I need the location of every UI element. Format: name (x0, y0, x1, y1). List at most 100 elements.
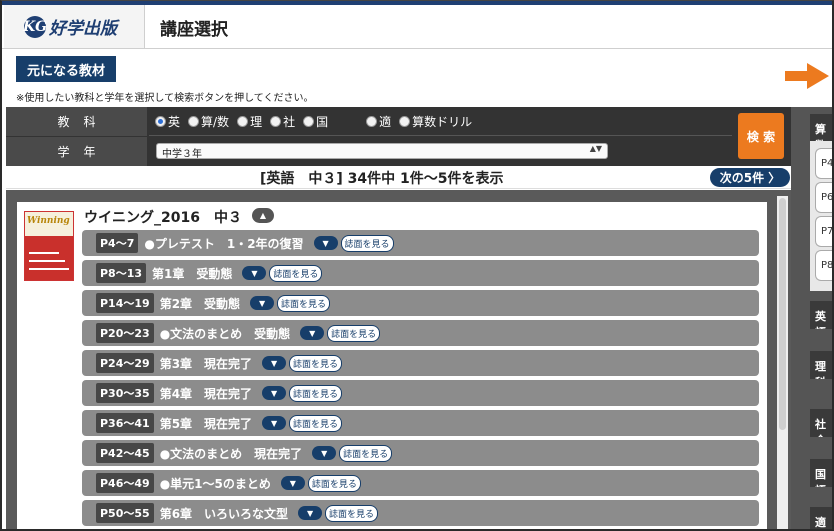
view-pages-button[interactable]: 誌面を見る (277, 294, 331, 312)
chapter-row: P24〜29 第3章 現在完了 ▼ 誌面を見る (82, 350, 759, 376)
expand-triangle-down-icon[interactable]: ▼ (262, 356, 287, 370)
page-range: P30〜35 (96, 383, 154, 403)
chapter-title: 第1章 受動態 (152, 266, 233, 281)
page-range: P46〜49 (96, 473, 154, 493)
view-pages-button[interactable]: 誌面を見る (307, 474, 361, 492)
radio-icon (270, 116, 282, 127)
subject-radio-science[interactable]: 理 (237, 113, 262, 130)
radio-label: 理 (250, 115, 263, 129)
radio-label: 国 (316, 115, 329, 129)
cover-stripe (29, 260, 65, 262)
cover-brand: Winning (27, 216, 70, 226)
side-list-item[interactable]: P8 (815, 250, 832, 281)
view-pages-button[interactable]: 誌面を見る (289, 354, 343, 372)
result-summary: [英語 中３] 34件中 1件〜5件を表示 (260, 171, 504, 187)
chapter-list: P4〜7 ●プレテスト 1・2年の復習 ▼ 誌面を見る P8〜13 第1章 受動… (82, 230, 759, 529)
expand-triangle-down-icon[interactable]: ▼ (312, 446, 337, 460)
subject-radio-social[interactable]: 社 (270, 113, 295, 130)
expand-triangle-down-icon[interactable]: ▼ (262, 416, 287, 430)
expand-triangle-down-icon[interactable]: ▼ (298, 506, 323, 520)
chapter-title: ●文法のまとめ 受動態 (159, 326, 291, 341)
expand-triangle-down-icon[interactable]: ▼ (242, 266, 267, 280)
logo-text: 好学出版 (49, 19, 117, 39)
chapter-row: P20〜23 ●文法のまとめ 受動態 ▼ 誌面を見る (82, 320, 759, 346)
chapter-title: ●単元1〜5のまとめ (159, 476, 271, 491)
form-divider (149, 135, 732, 136)
subject-radio-math-drill[interactable]: 算数ドリル (399, 113, 472, 130)
side-tab-english[interactable]: 英語 (810, 301, 832, 329)
arrow-right-icon[interactable] (785, 61, 831, 91)
view-pages-button[interactable]: 誌面を見る (327, 324, 381, 342)
cover-body (25, 236, 73, 280)
view-pages-button[interactable]: 誌面を見る (269, 264, 323, 282)
chapter-row: P14〜19 第2章 受動態 ▼ 誌面を見る (82, 290, 759, 316)
chapter-title: 第6章 いろいろな文型 (159, 506, 289, 521)
cover-stripe (29, 268, 69, 270)
logo[interactable]: KG 好学出版 (4, 5, 145, 48)
page-range: P50〜55 (96, 503, 154, 523)
expand-triangle-down-icon[interactable]: ▼ (313, 236, 338, 250)
side-list-item[interactable]: P6 (815, 182, 832, 213)
chapter-title: ●文法のまとめ 現在完了 (159, 446, 303, 461)
subject-radio-group: 英 算/数 理 社 国 適 算数ドリル (155, 113, 480, 130)
view-pages-button[interactable]: 誌面を見る (339, 444, 393, 462)
subject-radio-english[interactable]: 英 (155, 113, 180, 130)
expand-triangle-down-icon[interactable]: ▼ (250, 296, 275, 310)
chapter-row: P46〜49 ●単元1〜5のまとめ ▼ 誌面を見る (82, 470, 759, 496)
side-list-item[interactable]: P7 (815, 216, 832, 247)
radio-label: 算/数 (201, 115, 230, 129)
side-tab-science[interactable]: 理科 (810, 351, 832, 379)
side-tab-aptitude[interactable]: 適性 (810, 507, 832, 529)
side-tab-math[interactable]: 算数 (810, 114, 832, 142)
collapse-triangle-up-icon[interactable]: ▲ (252, 208, 274, 223)
radio-icon (366, 116, 378, 127)
next-page-button[interactable]: 次の5件 〉 (710, 168, 790, 187)
page-title: 講座選択 (160, 20, 228, 40)
subject-radio-aptitude[interactable]: 適 (366, 113, 391, 130)
grade-select[interactable]: 中学３年 ▲▼ (156, 143, 608, 160)
chapter-row: P8〜13 第1章 受動態 ▼ 誌面を見る (82, 260, 759, 286)
select-updown-icon: ▲▼ (589, 144, 602, 153)
grade-label: 学年 (6, 137, 147, 166)
scrollbar-thumb[interactable] (779, 198, 786, 430)
search-button[interactable]: 検 索 (738, 113, 784, 159)
radio-label: 算数ドリル (412, 115, 473, 129)
view-pages-button[interactable]: 誌面を見る (340, 234, 394, 252)
subject-radio-math[interactable]: 算/数 (188, 113, 229, 130)
chapter-title: ●プレテスト 1・2年の復習 (144, 236, 304, 251)
section-tag: 元になる教材 (16, 56, 116, 82)
page-range: P36〜41 (96, 413, 154, 433)
radio-label: 社 (283, 115, 296, 129)
side-list-item[interactable]: P4 (815, 148, 832, 179)
book-title: ウイニング_2016 中３ (84, 210, 242, 226)
view-pages-button[interactable]: 誌面を見る (325, 504, 379, 522)
page-range: P4〜7 (96, 233, 139, 253)
view-pages-button[interactable]: 誌面を見る (289, 414, 343, 432)
chapter-title: 第2章 受動態 (159, 296, 241, 311)
page-range: P8〜13 (96, 263, 147, 283)
page-range: P20〜23 (96, 323, 154, 343)
side-tab-japanese[interactable]: 国語 (810, 459, 832, 487)
instruction-text: ※使用したい教科と学年を選択して検索ボタンを押してください。 (16, 93, 314, 104)
radio-icon (303, 116, 315, 127)
expand-triangle-down-icon[interactable]: ▼ (300, 326, 325, 340)
chapter-row: P50〜55 第6章 いろいろな文型 ▼ 誌面を見る (82, 500, 759, 526)
radio-icon (237, 116, 249, 127)
radio-label: 適 (379, 115, 392, 129)
book-cover-thumbnail[interactable]: Winning (24, 211, 74, 281)
subject-label: 教科 (6, 107, 147, 136)
expand-triangle-down-icon[interactable]: ▼ (280, 476, 305, 490)
side-tab-social[interactable]: 社会 (810, 409, 832, 437)
subject-radio-japanese[interactable]: 国 (303, 113, 328, 130)
chapter-row: P36〜41 第5章 現在完了 ▼ 誌面を見る (82, 410, 759, 436)
view-pages-button[interactable]: 誌面を見る (289, 384, 343, 402)
page-range: P42〜45 (96, 443, 154, 463)
chapter-title: 第3章 現在完了 (159, 356, 253, 371)
page-range: P24〜29 (96, 353, 154, 373)
expand-triangle-down-icon[interactable]: ▼ (262, 386, 287, 400)
cover-stripe (29, 252, 59, 254)
page-frame: KG 好学出版 講座選択 元になる教材 ※使用したい教科と学年を選択して検索ボタ… (0, 0, 834, 531)
chapter-row: P30〜35 第4章 現在完了 ▼ 誌面を見る (82, 380, 759, 406)
radio-label: 英 (168, 115, 181, 129)
chapter-title: 第4章 現在完了 (159, 386, 253, 401)
